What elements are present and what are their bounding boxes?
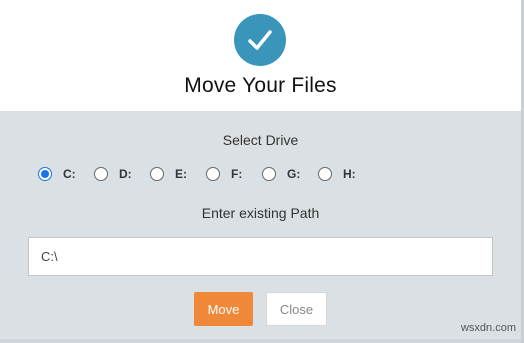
dialog-footer-edge bbox=[0, 339, 521, 343]
drive-label: G: bbox=[287, 167, 301, 181]
dialog-header: Move Your Files bbox=[0, 0, 521, 111]
drive-option-e[interactable]: E: bbox=[150, 167, 206, 181]
drive-label: H: bbox=[343, 167, 356, 181]
drive-label: F: bbox=[231, 167, 243, 181]
close-button[interactable]: Close bbox=[266, 292, 327, 326]
drive-label: E: bbox=[175, 167, 187, 181]
drive-option-d[interactable]: D: bbox=[94, 167, 150, 181]
drive-radio-group: C: D: E: F: G: H: bbox=[38, 165, 374, 183]
radio-button[interactable] bbox=[206, 167, 220, 181]
check-circle-icon bbox=[234, 14, 286, 66]
dialog-title: Move Your Files bbox=[184, 74, 337, 97]
drive-option-f[interactable]: F: bbox=[206, 167, 262, 181]
radio-button[interactable] bbox=[150, 167, 164, 181]
watermark: wsxdn.com bbox=[460, 322, 516, 334]
drive-option-c[interactable]: C: bbox=[38, 167, 94, 181]
drive-option-h[interactable]: H: bbox=[318, 167, 374, 181]
path-label: Enter existing Path bbox=[201, 205, 320, 221]
drive-option-g[interactable]: G: bbox=[262, 167, 318, 181]
radio-button[interactable] bbox=[318, 167, 332, 181]
drive-label: D: bbox=[119, 167, 132, 181]
radio-button[interactable] bbox=[262, 167, 276, 181]
radio-button[interactable] bbox=[94, 167, 108, 181]
path-input[interactable] bbox=[28, 237, 493, 276]
radio-button[interactable] bbox=[38, 167, 52, 181]
select-drive-label: Select Drive bbox=[222, 132, 299, 148]
move-button[interactable]: Move bbox=[194, 292, 253, 326]
drive-label: C: bbox=[63, 167, 76, 181]
